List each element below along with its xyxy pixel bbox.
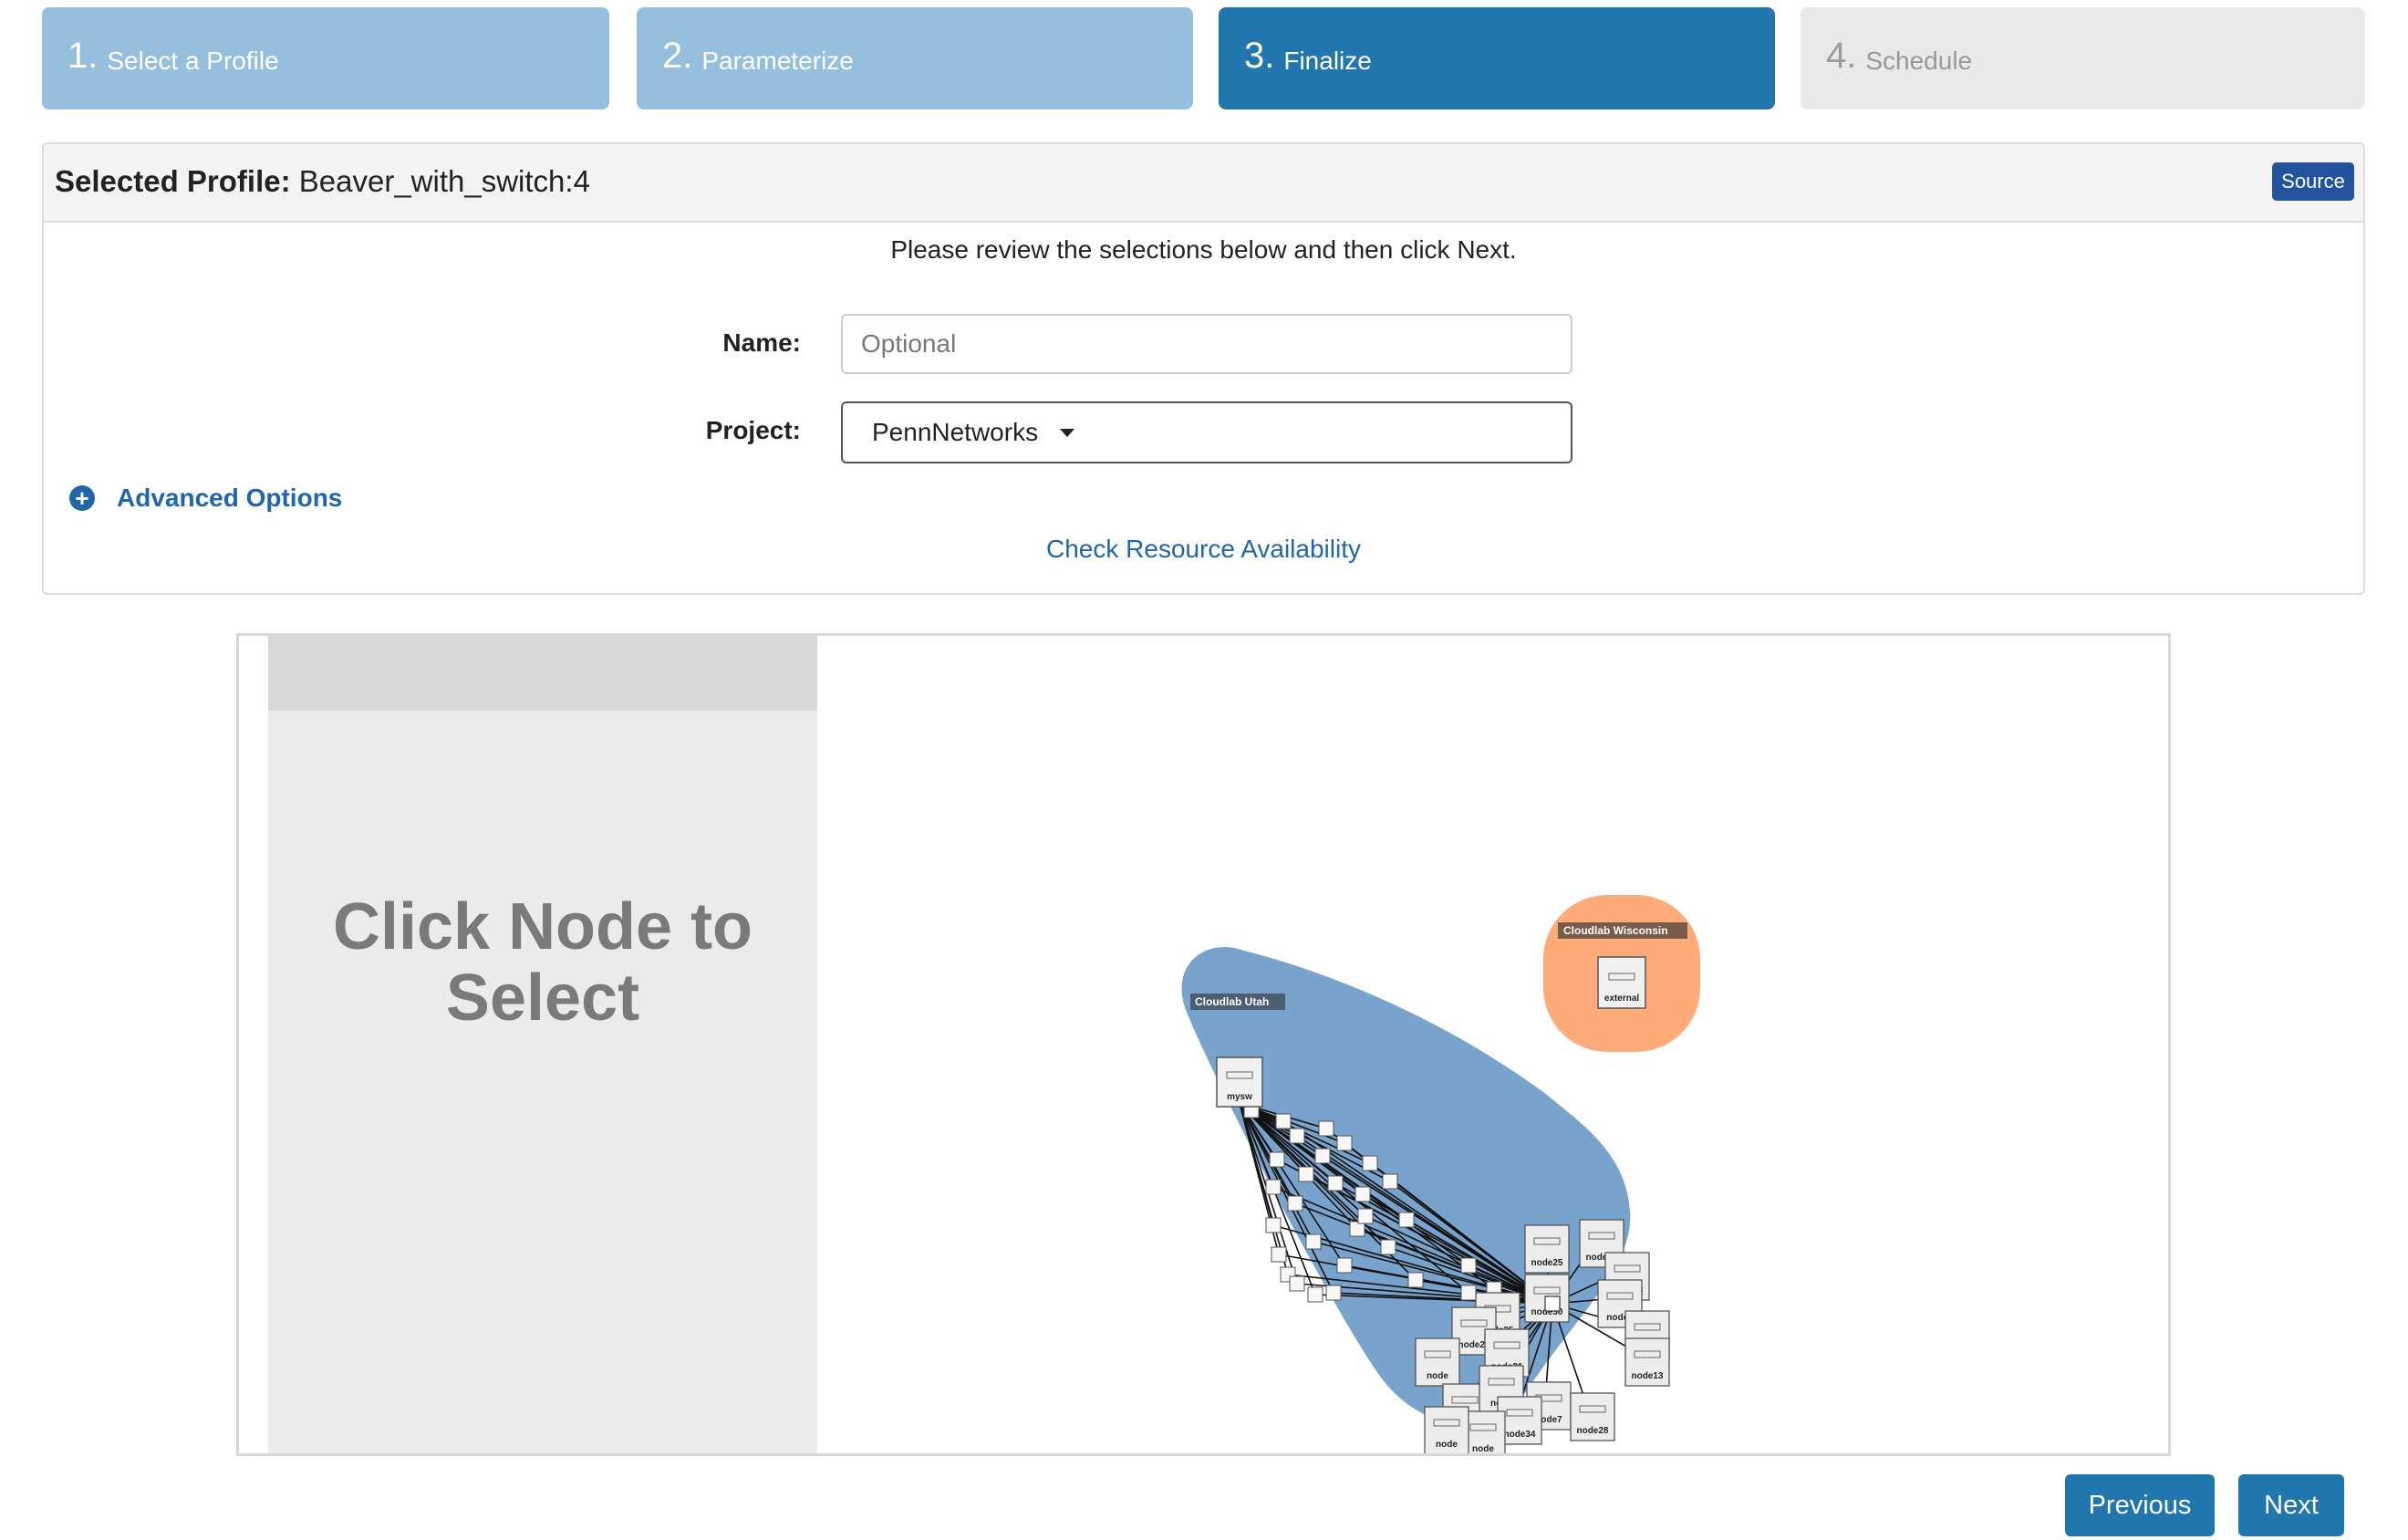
topology-interface: [1327, 1175, 1344, 1191]
svg-text:node25: node25: [1531, 1258, 1562, 1268]
wizard-steps: 1. Select a Profile 2. Parameterize 3. F…: [42, 7, 2365, 109]
svg-text:Cloudlab Wisconsin: Cloudlab Wisconsin: [1563, 924, 1668, 937]
topology-interface: [1271, 1246, 1287, 1263]
topology-interface: [1275, 1113, 1292, 1129]
selected-profile-prefix: Selected Profile:: [55, 164, 291, 198]
topology-node: node: [1415, 1337, 1460, 1387]
check-resource-availability-container: Check Resource Availability: [44, 535, 2363, 564]
topology-interface: [1287, 1195, 1303, 1212]
topology-interface: [1325, 1285, 1342, 1301]
step-number: 2.: [662, 35, 693, 76]
node-external: external: [1597, 956, 1646, 1009]
project-label: Project:: [705, 416, 801, 444]
step-label: Finalize: [1283, 47, 1372, 75]
step-finalize[interactable]: 3. Finalize: [1219, 7, 1775, 109]
topology-interface: [1354, 1186, 1371, 1202]
topology-viewer: Click Node to Select Cloudlab Utah Cloud…: [236, 633, 2171, 1456]
topology-interface: [1460, 1285, 1477, 1301]
next-button[interactable]: Next: [2238, 1474, 2344, 1536]
step-number: 4.: [1826, 35, 1857, 76]
step-number: 3.: [1244, 35, 1275, 76]
svg-text:node34: node34: [1503, 1430, 1535, 1440]
step-schedule: 4. Schedule: [1801, 7, 2365, 109]
topology-interface: [1460, 1257, 1477, 1274]
topology-interface: [1336, 1135, 1353, 1151]
step-label: Schedule: [1865, 47, 1973, 75]
click-node-message: Click Node to Select: [332, 890, 753, 1035]
project-select[interactable]: PennNetworks: [841, 401, 1572, 463]
selected-profile-name: Beaver_with_switch:4: [298, 164, 590, 198]
topology-interface: [1269, 1151, 1285, 1168]
svg-text:external: external: [1604, 994, 1640, 1004]
review-instruction: Please review the selections below and t…: [890, 235, 1517, 264]
svg-text:node: node: [1436, 1440, 1458, 1450]
topology-interface: [1265, 1217, 1282, 1233]
topology-interface: [1289, 1275, 1305, 1292]
topology-interface: [1362, 1155, 1378, 1171]
caret-down-icon: [1060, 428, 1075, 437]
topology-interface: [1307, 1286, 1323, 1303]
node-mysw: mysw: [1216, 1056, 1263, 1108]
advanced-options-label: Advanced Options: [117, 484, 343, 512]
project-value: PennNetworks: [872, 418, 1039, 446]
topology-node: node28: [1570, 1392, 1615, 1441]
step-label: Parameterize: [701, 47, 854, 75]
topology-node: node25: [1524, 1224, 1570, 1274]
site-label-wisconsin: Cloudlab Wisconsin: [1558, 922, 1687, 939]
source-button[interactable]: Source: [2272, 162, 2354, 201]
selected-profile-title: Selected Profile: Beaver_with_switch:4: [55, 164, 590, 199]
name-input[interactable]: [841, 314, 1572, 374]
topology-interface: [1298, 1166, 1314, 1182]
topology-lan-hub: [1544, 1295, 1561, 1312]
topology-graph[interactable]: Cloudlab Utah Cloudlab Wisconsin externa…: [823, 636, 2167, 1453]
topology-interface: [1380, 1239, 1396, 1255]
check-resource-availability-link[interactable]: Check Resource Availability: [1046, 535, 1361, 563]
previous-button[interactable]: Previous: [2065, 1474, 2215, 1536]
topology-interface: [1318, 1120, 1334, 1137]
svg-text:Cloudlab Utah: Cloudlab Utah: [1195, 995, 1269, 1008]
topology-interface: [1265, 1179, 1282, 1195]
topology-node: node13: [1624, 1337, 1670, 1387]
topology-interface: [1398, 1212, 1415, 1228]
step-number: 1.: [67, 35, 99, 76]
panel-header: Selected Profile: Beaver_with_switch:4 S…: [44, 144, 2363, 223]
topology-interface: [1289, 1128, 1305, 1144]
svg-text:node: node: [1472, 1444, 1494, 1453]
topology-interface: [1305, 1233, 1322, 1250]
svg-text:node13: node13: [1631, 1371, 1663, 1381]
topology-interface: [1382, 1173, 1398, 1190]
svg-text:mysw: mysw: [1227, 1092, 1252, 1102]
plus-circle-icon: +: [69, 485, 95, 511]
topology-interface: [1357, 1208, 1374, 1224]
svg-text:node: node: [1427, 1371, 1448, 1381]
topology-node: node: [1424, 1406, 1469, 1453]
site-label-utah: Cloudlab Utah: [1190, 994, 1285, 1010]
advanced-options-toggle[interactable]: + Advanced Options: [69, 484, 342, 513]
step-parameterize[interactable]: 2. Parameterize: [637, 7, 1193, 109]
topology-interface: [1314, 1148, 1331, 1164]
step-select-profile[interactable]: 1. Select a Profile: [42, 7, 609, 109]
profile-panel: Selected Profile: Beaver_with_switch:4 S…: [42, 142, 2365, 595]
step-label: Select a Profile: [107, 47, 279, 75]
name-label: Name:: [722, 328, 801, 357]
topology-interface: [1336, 1257, 1353, 1274]
svg-text:node28: node28: [1576, 1426, 1608, 1436]
topology-interface: [1407, 1272, 1424, 1288]
node-info-sidebar: Click Node to Select: [268, 636, 817, 1453]
sidebar-header: [268, 636, 817, 711]
